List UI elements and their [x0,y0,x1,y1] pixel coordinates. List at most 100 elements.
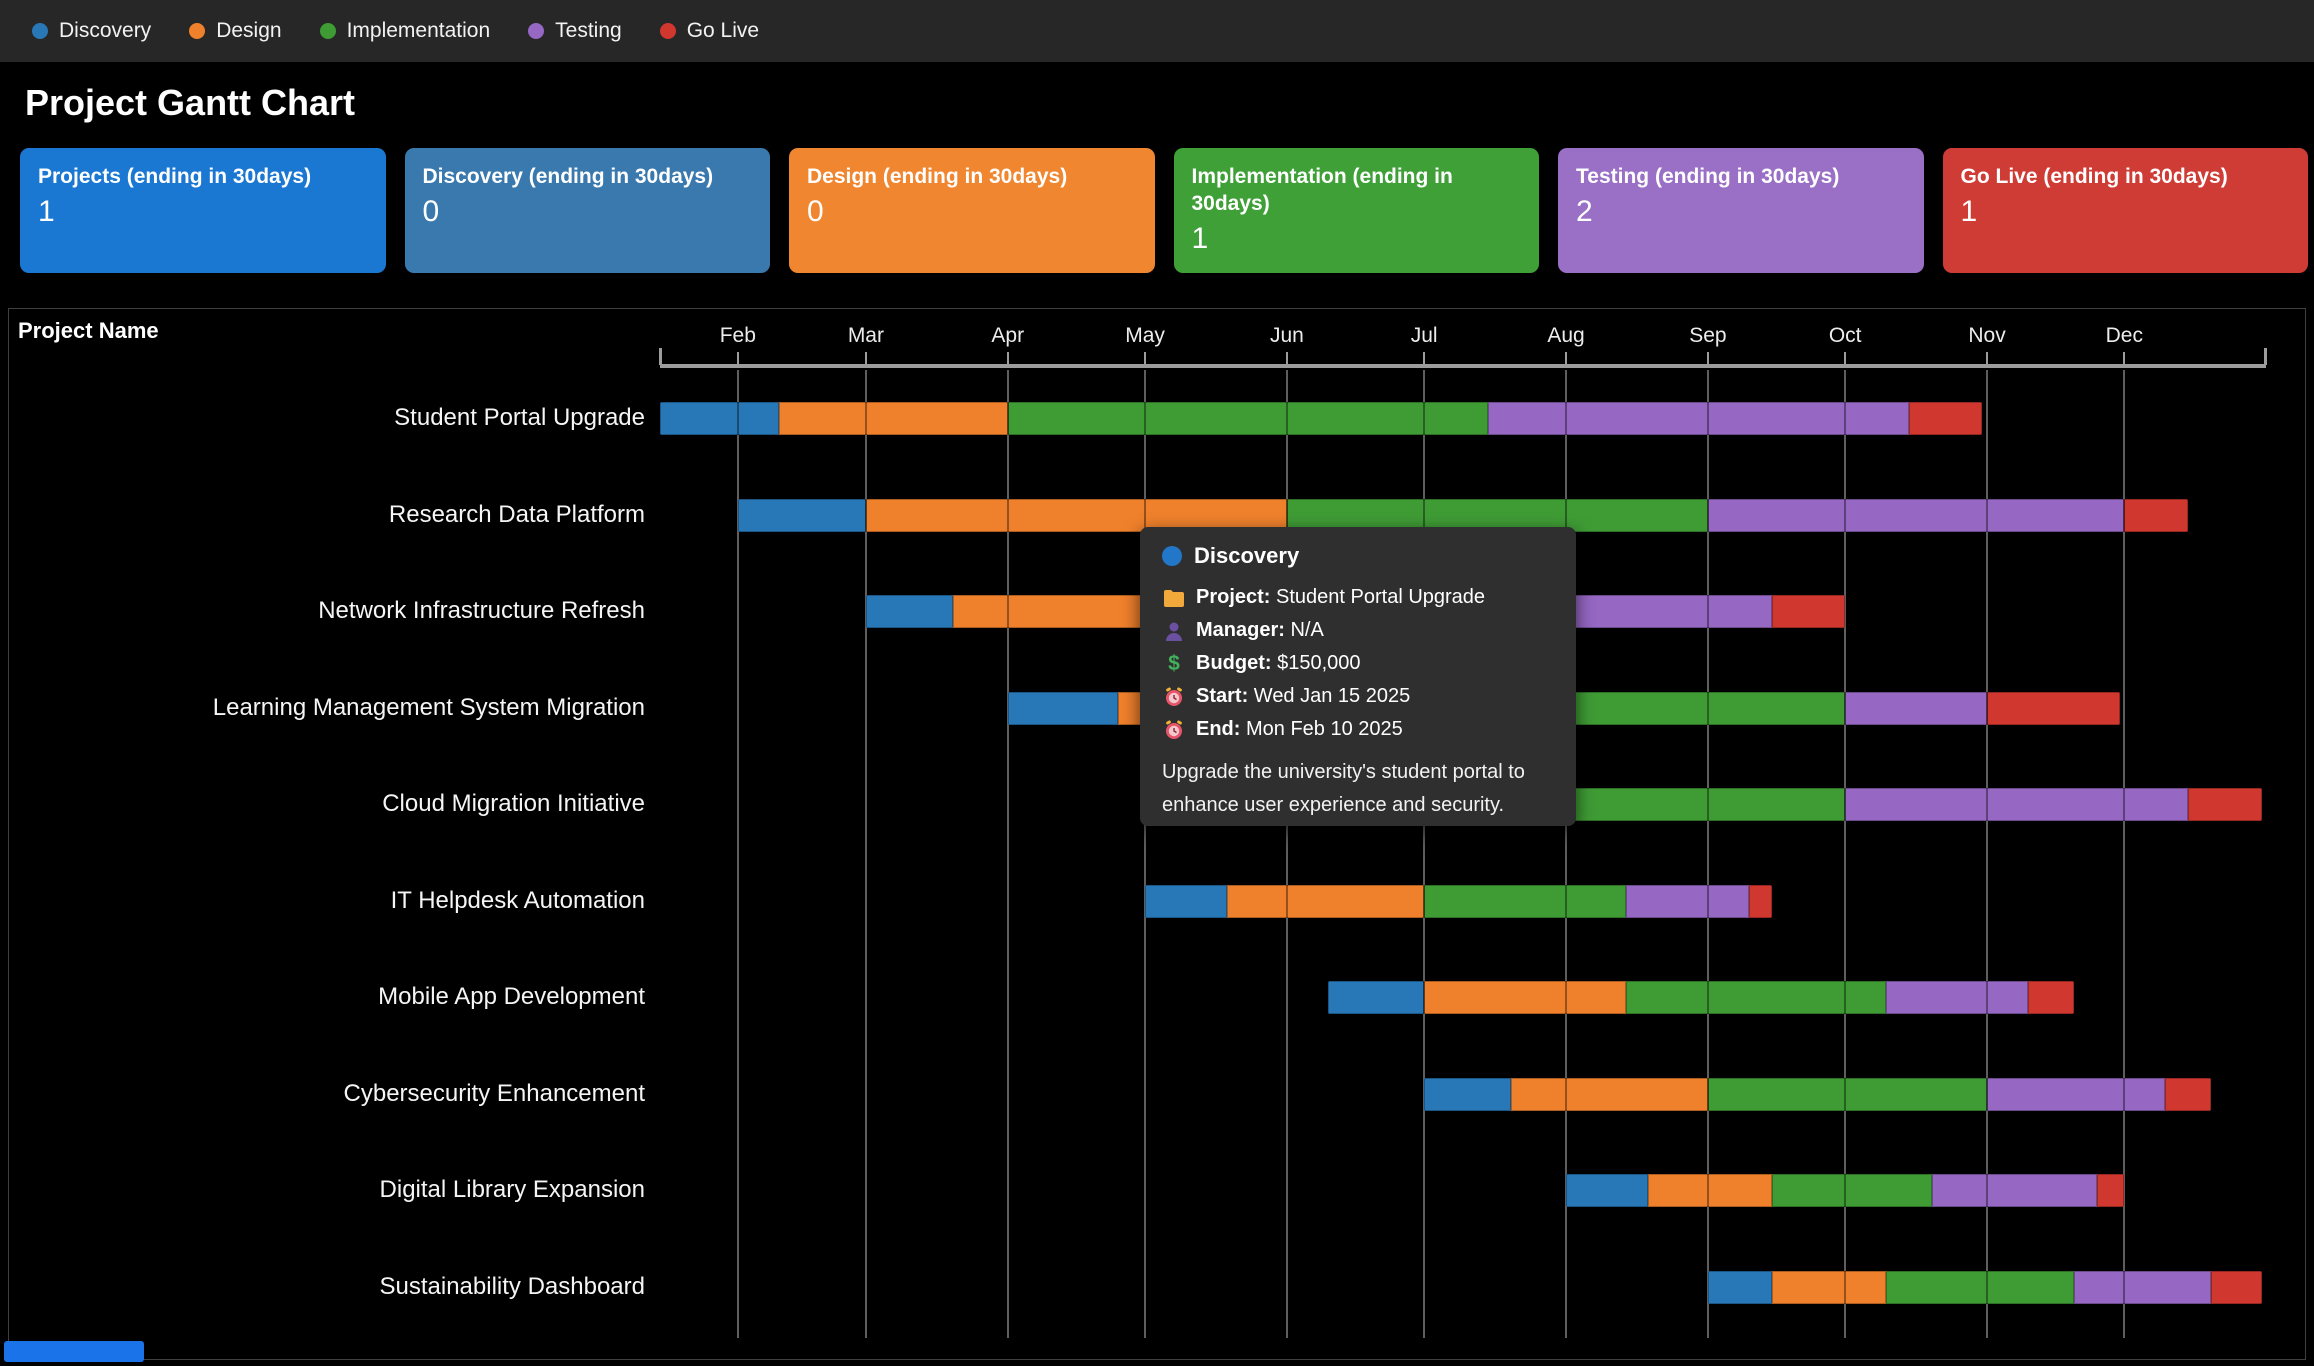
project-row-label: Cybersecurity Enhancement [0,1079,645,1109]
gantt-bar-student-portal-upgrade[interactable] [660,402,1982,435]
month-label-oct: Oct [1800,324,1890,348]
phase-segment-go-live[interactable] [2124,499,2188,532]
phase-segment-discovery[interactable] [1424,1078,1511,1111]
month-gridline-overlay [1007,499,1009,532]
tooltip-field-label: End: [1196,718,1240,740]
phase-segment-discovery[interactable] [1566,1174,1648,1207]
phase-segment-discovery[interactable] [1328,981,1424,1014]
stat-card-label: Projects (ending in 30days) [38,163,368,190]
phase-segment-go-live[interactable] [2097,1174,2124,1207]
phase-segment-implementation[interactable] [1708,1078,1987,1111]
month-gridline-overlay [1844,1174,1846,1207]
month-gridline-overlay [1007,402,1009,435]
month-gridline-overlay [1844,981,1846,1014]
phase-segment-testing[interactable] [1561,595,1771,628]
phase-segment-go-live[interactable] [1772,595,1845,628]
month-gridline-overlay [1844,1271,1846,1304]
phase-segment-design[interactable] [1772,1271,1886,1304]
phase-segment-discovery[interactable] [1008,692,1118,725]
phase-segment-discovery[interactable] [1145,885,1227,918]
legend-item-testing[interactable]: Testing [528,19,622,43]
gantt-bar-mobile-app-development[interactable] [1328,981,2074,1014]
phase-segment-discovery[interactable] [738,499,866,532]
phase-segment-implementation[interactable] [1886,1271,2074,1304]
phase-segment-design[interactable] [1227,885,1424,918]
phase-segment-testing[interactable] [1626,885,1750,918]
legend-item-implementation[interactable]: Implementation [320,19,491,43]
month-gridline-overlay [2123,499,2125,532]
tooltip-field-label: Manager: [1196,619,1285,641]
month-label-sep: Sep [1663,324,1753,348]
gantt-bar-sustainability-dashboard[interactable] [1708,1271,2262,1304]
legend-item-discovery[interactable]: Discovery [32,19,151,43]
phase-segment-go-live[interactable] [2188,788,2261,821]
tooltip-field-value: Mon Feb 10 2025 [1246,718,1403,740]
phase-segment-implementation[interactable] [1772,1174,1932,1207]
legend-color-dot-icon [32,23,48,39]
month-gridline-overlay [1423,402,1425,435]
phase-segment-testing[interactable] [1708,499,2124,532]
stat-card-discovery: Discovery (ending in 30days)0 [405,148,771,273]
phase-segment-go-live[interactable] [2028,981,2074,1014]
legend-item-label: Implementation [347,19,491,43]
phase-segment-go-live[interactable] [1987,692,2120,725]
gantt-bar-cybersecurity-enhancement[interactable] [1424,1078,2211,1111]
legend-color-dot-icon [320,23,336,39]
phase-segment-testing[interactable] [1886,981,2028,1014]
legend-item-label: Design [216,19,281,43]
phase-segment-design[interactable] [1511,1078,1708,1111]
manager-icon [1162,621,1186,641]
month-tick [1423,352,1425,365]
phase-segment-discovery[interactable] [866,595,953,628]
stat-card-value: 1 [1961,195,2291,229]
horizontal-scrollbar-thumb[interactable] [4,1341,144,1362]
phase-segment-discovery[interactable] [1708,1271,1772,1304]
month-gridline-overlay [1144,402,1146,435]
month-label-jul: Jul [1379,324,1469,348]
gantt-bar-digital-library-expansion[interactable] [1566,1174,2124,1207]
month-gridline-overlay [1707,981,1709,1014]
phase-segment-testing[interactable] [1845,692,1987,725]
month-gridline-overlay [2123,1078,2125,1111]
project-row-label: Student Portal Upgrade [0,403,645,433]
phase-segment-go-live[interactable] [1909,402,1982,435]
month-gridline-overlay [1986,1078,1988,1111]
phase-segment-design[interactable] [1648,1174,1772,1207]
legend-item-go-live[interactable]: Go Live [660,19,759,43]
folder-icon [1162,589,1186,607]
gantt-bar-it-helpdesk-automation[interactable] [1145,885,1772,918]
month-label-aug: Aug [1521,324,1611,348]
project-row-label: Sustainability Dashboard [0,1272,645,1302]
budget-icon: $ [1162,652,1186,676]
tooltip-row-manager: Manager: N/A [1162,614,1554,647]
tooltip-phase-title: Discovery [1194,543,1299,569]
legend-bar: Discovery Design Implementation Testing Go L… [0,0,2314,62]
timeline-axis [660,364,2266,368]
phase-segment-go-live[interactable] [2165,1078,2211,1111]
phase-segment-discovery[interactable] [660,402,779,435]
phase-segment-testing[interactable] [1987,1078,2165,1111]
month-tick [865,352,867,365]
stat-card-testing: Testing (ending in 30days)2 [1558,148,1924,273]
tooltip-field-label: Project: [1196,586,1270,608]
month-gridline-overlay [1844,402,1846,435]
month-gridline-overlay [1986,981,1988,1014]
month-gridline-overlay [1986,1174,1988,1207]
month-tick [1986,352,1988,365]
phase-segment-go-live[interactable] [1749,885,1772,918]
stat-card-go: Go Live (ending in 30days)1 [1943,148,2309,273]
page-title: Project Gantt Chart [25,82,355,124]
phase-segment-testing[interactable] [1845,788,2188,821]
legend-item-design[interactable]: Design [189,19,281,43]
phase-segment-implementation[interactable] [1424,885,1625,918]
phase-segment-implementation[interactable] [1626,981,1887,1014]
phase-segment-design[interactable] [1424,981,1625,1014]
phase-segment-design[interactable] [779,402,1008,435]
month-gridline-overlay [1707,402,1709,435]
project-row-label: Mobile App Development [0,982,645,1012]
phase-segment-go-live[interactable] [2211,1271,2261,1304]
phase-segment-testing[interactable] [2074,1271,2211,1304]
stat-card-value: 1 [38,195,368,229]
phase-segment-testing[interactable] [1932,1174,2097,1207]
phase-segment-implementation[interactable] [1008,402,1488,435]
